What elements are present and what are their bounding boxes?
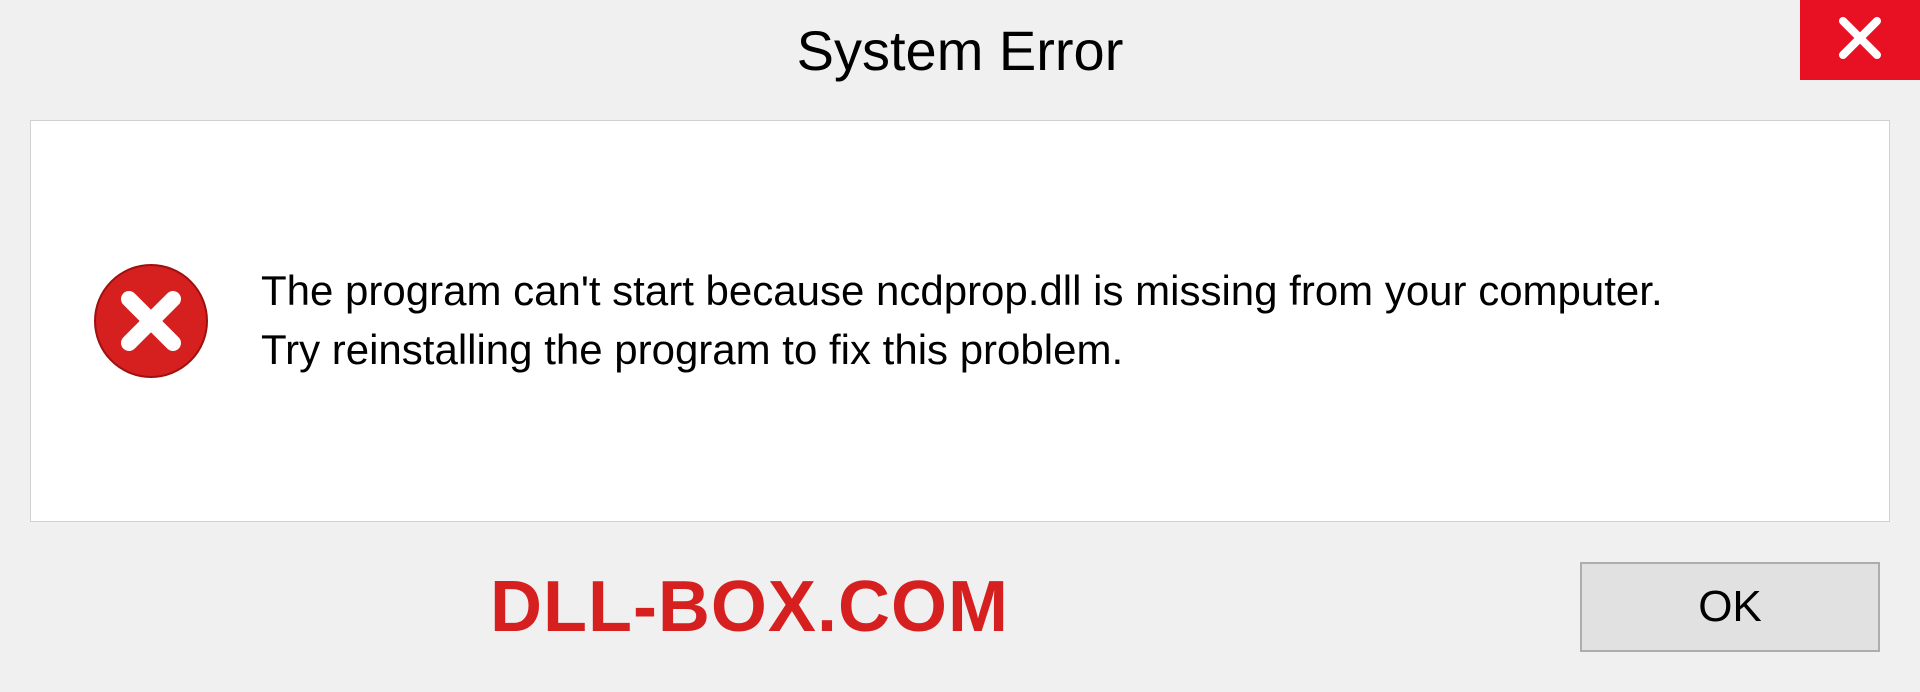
error-message-line1: The program can't start because ncdprop.… xyxy=(261,262,1829,321)
dialog-footer: DLL-BOX.COM OK xyxy=(0,522,1920,692)
titlebar: System Error xyxy=(0,0,1920,100)
watermark-text: DLL-BOX.COM xyxy=(490,566,1009,648)
content-panel: The program can't start because ncdprop.… xyxy=(30,120,1890,522)
error-message-line2: Try reinstalling the program to fix this… xyxy=(261,321,1829,380)
close-button[interactable] xyxy=(1800,0,1920,80)
dialog-title: System Error xyxy=(797,18,1124,83)
close-icon xyxy=(1835,13,1885,68)
error-icon xyxy=(91,261,211,381)
error-dialog: System Error The program can't start bec… xyxy=(0,0,1920,692)
message-area: The program can't start because ncdprop.… xyxy=(261,262,1829,380)
ok-button[interactable]: OK xyxy=(1580,562,1880,652)
